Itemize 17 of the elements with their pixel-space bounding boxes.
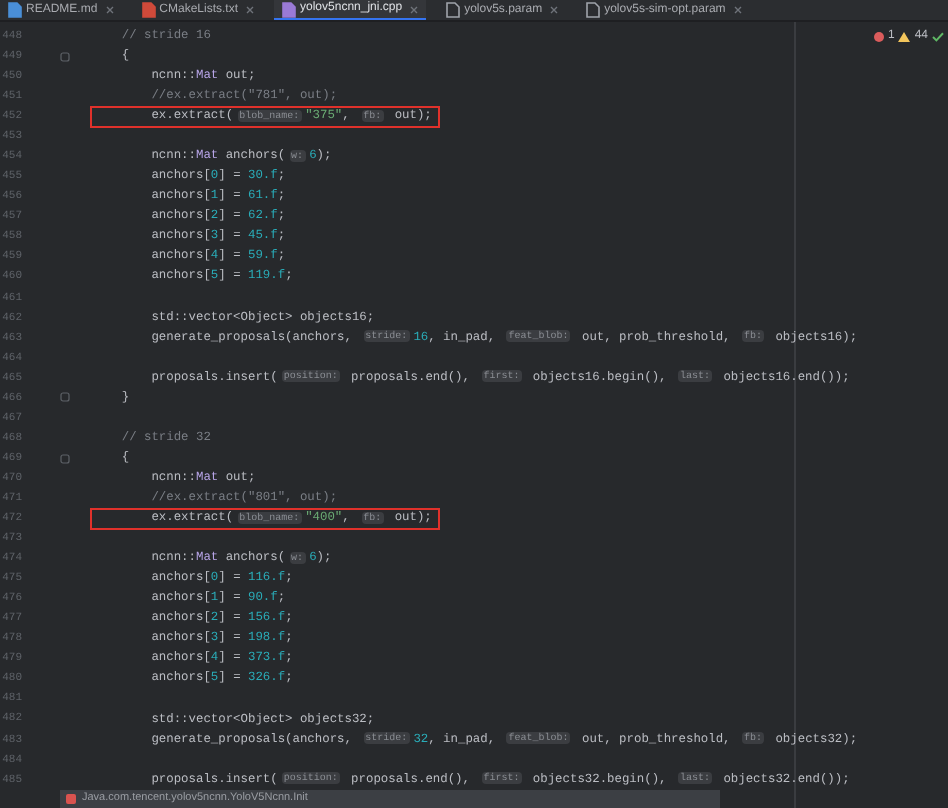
file-icon [8, 2, 22, 18]
close-icon[interactable] [246, 6, 255, 14]
error-icon [66, 794, 76, 804]
close-icon[interactable] [410, 5, 419, 13]
fold-icon[interactable] [60, 392, 70, 403]
file-icon [446, 2, 461, 18]
error-icon [873, 32, 884, 42]
close-icon[interactable] [550, 6, 559, 14]
fold-icon[interactable] [60, 453, 70, 463]
file-icon [586, 2, 601, 18]
file-icon [141, 2, 156, 18]
warning-icon [898, 32, 911, 42]
check-icon [932, 32, 944, 42]
close-icon[interactable] [733, 6, 742, 14]
file-icon [282, 1, 297, 17]
close-icon[interactable] [105, 6, 114, 14]
fold-icon[interactable] [60, 51, 70, 62]
